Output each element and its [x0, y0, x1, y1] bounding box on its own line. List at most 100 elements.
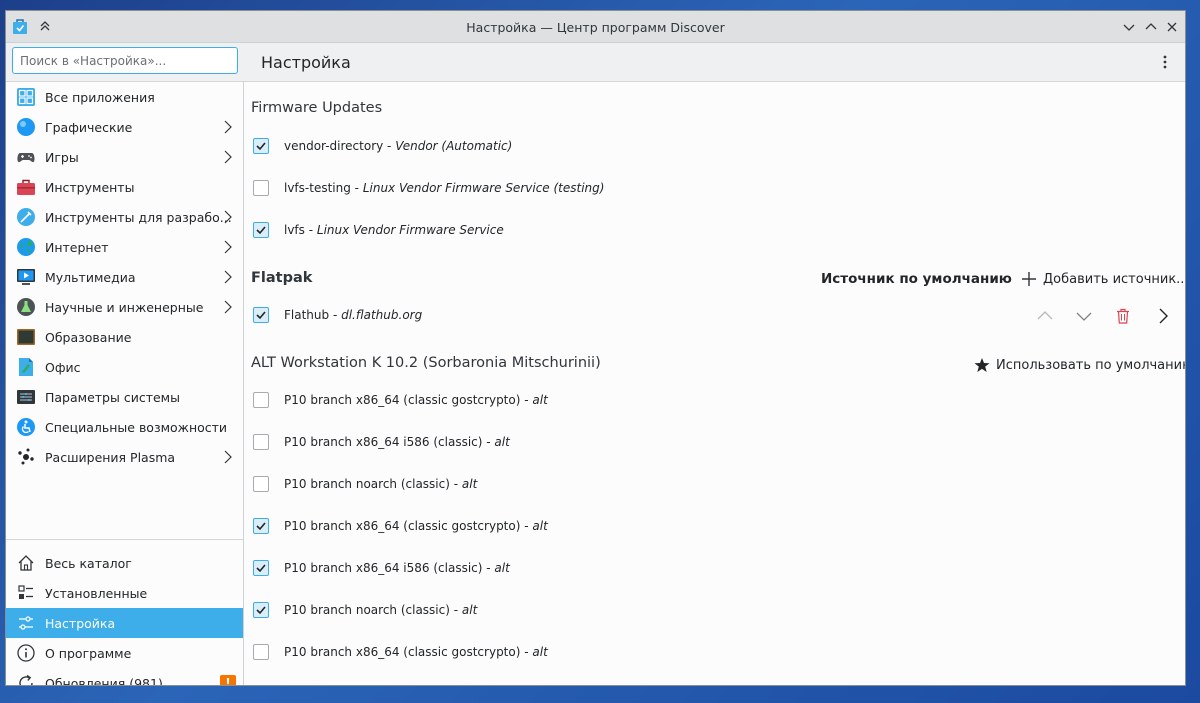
flask-icon — [17, 298, 35, 316]
checkmark-icon — [256, 522, 266, 531]
sidebar-item-label: Интернет — [45, 240, 109, 255]
sidebar-item-catalog[interactable]: Весь каталог — [6, 548, 243, 578]
search-input[interactable] — [12, 47, 238, 74]
chevron-right-icon — [224, 270, 232, 284]
source-row[interactable]: P10 branch noarch (classic) - alt — [244, 595, 1185, 625]
move-down-button[interactable] — [1075, 307, 1093, 325]
sidebar-item-graphics[interactable]: Графические — [6, 112, 243, 142]
chevron-right-icon — [224, 120, 232, 134]
delete-source-button[interactable] — [1114, 307, 1132, 325]
sidebar-item-label: О программе — [45, 646, 132, 661]
section-title-firmware: Firmware Updates — [251, 100, 383, 116]
sidebar-item-label: Инструменты — [45, 180, 135, 195]
sidebar-item-dev-tools[interactable]: Инструменты для разрабо... — [6, 202, 243, 232]
globe-icon — [17, 238, 35, 256]
sidebar-item-tools[interactable]: Инструменты — [6, 172, 243, 202]
sidebar-item-label: Настройка — [45, 616, 116, 631]
source-name: P10 branch x86_64 i586 (classic) — [284, 435, 483, 449]
source-name: Flathub — [284, 308, 330, 322]
graphics-icon — [17, 118, 35, 136]
sidebar-item-multimedia[interactable]: Мультимедиа — [6, 262, 243, 292]
discover-window: Настройка — Центр программ Discover Наст… — [5, 10, 1186, 686]
add-source-button[interactable]: Добавить источник... — [1021, 271, 1186, 287]
chevron-down-icon — [1123, 24, 1135, 31]
source-checkbox[interactable] — [253, 518, 269, 534]
sidebar-item-plasma-extensions[interactable]: Расширения Plasma — [6, 442, 243, 472]
source-checkbox[interactable] — [253, 392, 269, 408]
add-source-label: Добавить источник... — [1043, 271, 1186, 287]
source-row[interactable]: P10 branch noarch (classic) - alt — [244, 469, 1185, 499]
sidebar-item-education[interactable]: Образование — [6, 322, 243, 352]
source-row[interactable]: P10 branch x86_64 (classic gostcrypto) -… — [244, 385, 1185, 415]
source-checkbox[interactable] — [253, 476, 269, 492]
source-checkbox[interactable] — [253, 307, 269, 323]
section-title-alt: ALT Workstation K 10.2 (Sorbaronia Mitsc… — [251, 355, 601, 371]
sidebar-item-system-settings[interactable]: Параметры системы — [6, 382, 243, 412]
more-options-icon[interactable] — [1157, 53, 1173, 71]
source-row-partial[interactable] — [244, 679, 1185, 685]
minimize-button[interactable] — [1120, 18, 1138, 36]
source-row[interactable]: P10 branch x86_64 (classic gostcrypto) -… — [244, 637, 1185, 667]
source-row[interactable]: lvfs-testing - Linux Vendor Firmware Ser… — [244, 173, 1185, 203]
source-row[interactable]: lvfs - Linux Vendor Firmware Service — [244, 215, 1185, 245]
trash-icon — [1117, 308, 1129, 324]
source-checkbox[interactable] — [253, 434, 269, 450]
maximize-button[interactable] — [1142, 18, 1160, 36]
all-apps-icon — [17, 88, 35, 106]
source-name: P10 branch x86_64 (classic gostcrypto) — [284, 519, 521, 533]
updates-warning-badge: ! — [220, 675, 236, 685]
sidebar-item-label: Образование — [45, 330, 132, 345]
source-checkbox[interactable] — [253, 180, 269, 196]
sidebar-item-updates[interactable]: Обновления (981) ! — [6, 668, 243, 685]
close-button[interactable] — [1163, 18, 1181, 36]
sidebar-item-accessibility[interactable]: Специальные возможности — [6, 412, 243, 442]
sidebar-item-all-apps[interactable]: Все приложения — [6, 82, 243, 112]
source-checkbox[interactable] — [253, 222, 269, 238]
close-icon — [1167, 22, 1177, 32]
source-row[interactable]: P10 branch x86_64 i586 (classic) - alt — [244, 553, 1185, 583]
source-description: Linux Vendor Firmware Service (testing) — [362, 181, 605, 195]
sidebar-item-label: Расширения Plasma — [45, 450, 176, 465]
sidebar-item-office[interactable]: Офис — [6, 352, 243, 382]
source-row[interactable]: P10 branch x86_64 (classic gostcrypto) -… — [244, 511, 1185, 541]
chevron-right-icon — [224, 450, 232, 464]
open-source-button[interactable] — [1154, 307, 1172, 325]
sidebar-item-science[interactable]: Научные и инженерные — [6, 292, 243, 322]
multimedia-icon — [17, 269, 35, 285]
education-icon — [17, 329, 35, 345]
source-description: dl.flathub.org — [341, 308, 423, 322]
sidebar-item-label: Мультимедиа — [45, 270, 136, 285]
installed-icon — [18, 585, 33, 599]
sidebar-item-internet[interactable]: Интернет — [6, 232, 243, 262]
source-name: lvfs — [284, 223, 305, 237]
source-checkbox[interactable] — [253, 138, 269, 154]
source-row[interactable]: P10 branch x86_64 i586 (classic) - alt — [244, 427, 1185, 457]
sidebar-item-about[interactable]: О программе — [6, 638, 243, 668]
title-bar[interactable]: Настройка — Центр программ Discover — [6, 11, 1185, 43]
source-row[interactable]: Flathub - dl.flathub.org — [244, 300, 1185, 330]
sidebar-item-label: Научные и инженерные — [45, 300, 204, 315]
chevron-right-icon — [224, 210, 232, 224]
source-checkbox[interactable] — [253, 560, 269, 576]
sidebar-item-installed[interactable]: Установленные — [6, 578, 243, 608]
sidebar-item-label: Специальные возможности — [45, 420, 228, 435]
source-description: alt — [532, 645, 548, 659]
sidebar-item-label: Графические — [45, 120, 133, 135]
source-checkbox[interactable] — [253, 602, 269, 618]
source-checkbox[interactable] — [253, 644, 269, 660]
use-as-default-button[interactable]: Использовать по умолчанию — [974, 357, 1186, 373]
info-icon — [17, 644, 35, 662]
source-row[interactable]: vendor-directory - Vendor (Automatic) — [244, 131, 1185, 161]
sidebar-item-settings[interactable]: Настройка — [6, 608, 243, 638]
plus-icon — [1022, 272, 1036, 286]
sidebar-item-games[interactable]: Игры — [6, 142, 243, 172]
sidebar-item-label: Инструменты для разрабо... — [45, 210, 232, 225]
chevron-up-icon — [1037, 311, 1053, 320]
move-up-button[interactable] — [1036, 307, 1054, 325]
checkmark-icon — [256, 226, 266, 235]
updates-icon — [19, 674, 33, 685]
source-description: alt — [494, 561, 510, 575]
use-as-default-label: Использовать по умолчанию — [996, 357, 1186, 373]
sidebar: Все приложения Графические Игры Инструме… — [6, 81, 244, 685]
toolbox-icon — [17, 179, 35, 195]
